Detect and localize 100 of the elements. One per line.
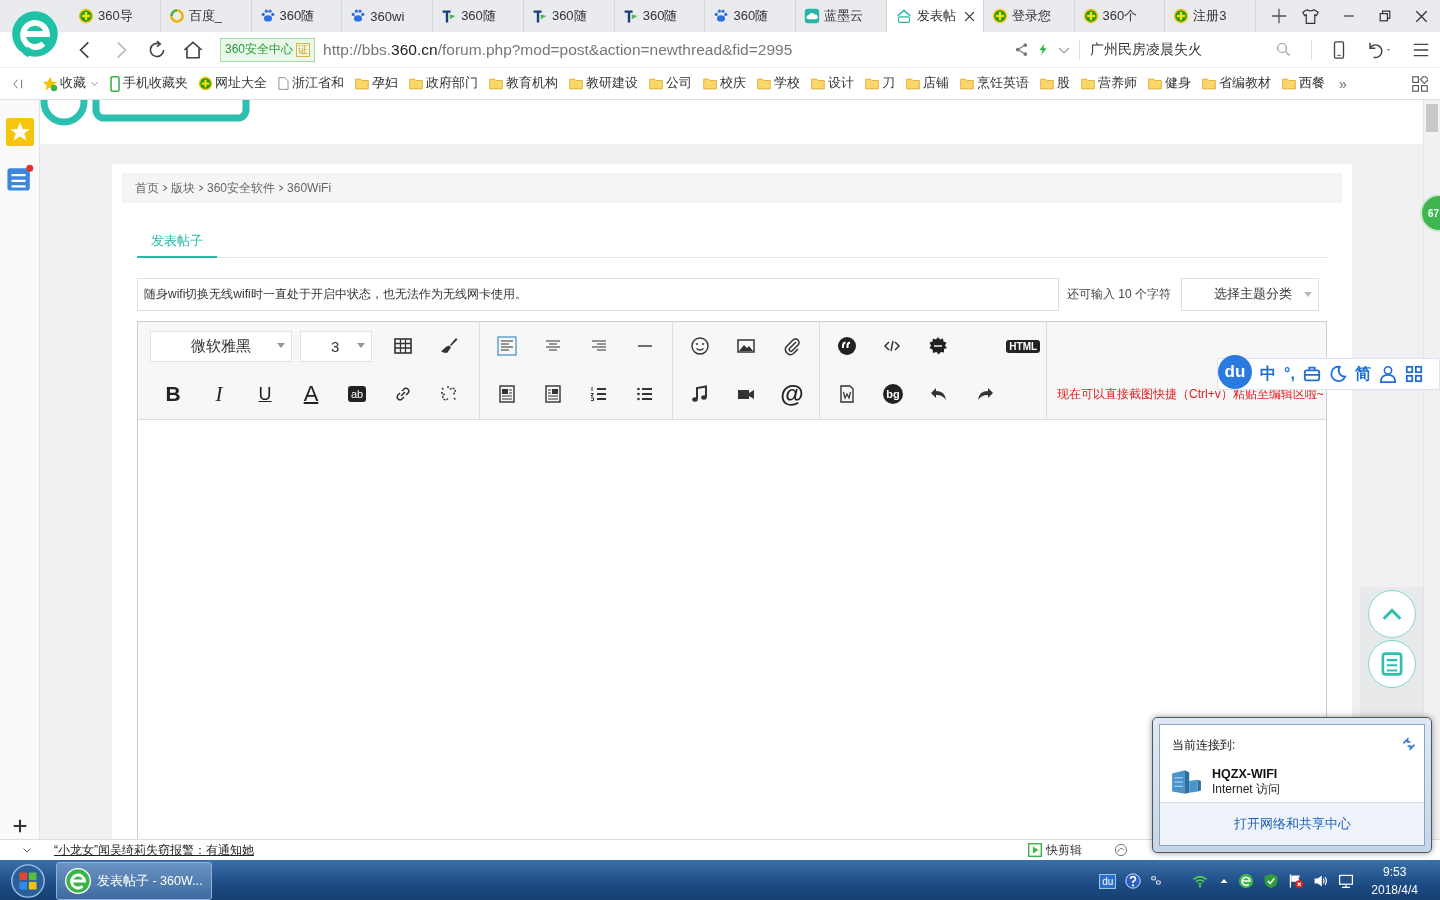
bookmark[interactable]: 健身	[1147, 75, 1191, 92]
toolbar-button[interactable]: @	[780, 380, 804, 408]
moon-icon[interactable]	[1328, 365, 1347, 383]
ime-mode-button[interactable]: 中	[1260, 363, 1276, 385]
more-bookmarks-button[interactable]: »	[1339, 75, 1347, 92]
browser-tab[interactable]: 发表帖	[887, 0, 984, 32]
restore-icon[interactable]	[1379, 10, 1391, 22]
bookmark[interactable]: 校庆	[702, 75, 746, 92]
bookmark[interactable]: 孕妇	[354, 75, 398, 92]
category-dropdown[interactable]: 选择主题分类	[1181, 278, 1319, 311]
folder-icon	[354, 76, 370, 91]
text-wrap-icon[interactable]	[497, 384, 517, 404]
bookmark[interactable]: 公司	[648, 75, 692, 92]
bookmark[interactable]: 西餐	[1281, 75, 1325, 92]
toolbar-button[interactable]: U	[258, 383, 272, 405]
clip-icon	[1028, 843, 1042, 857]
bookmark[interactable]: 教育机构	[488, 75, 558, 92]
bookmark[interactable]: 学校	[756, 75, 800, 92]
share-icon[interactable]	[1014, 42, 1029, 57]
character-count: 还可输入 10 个字符	[1067, 286, 1171, 303]
align-left-icon[interactable]	[497, 336, 517, 356]
browser-logo	[65, 868, 91, 894]
chevron-right-icon	[278, 184, 285, 192]
user-icon[interactable]	[1378, 365, 1397, 383]
brush-icon[interactable]	[439, 336, 459, 356]
script-button[interactable]: 简	[1354, 363, 1371, 385]
toolbar-button[interactable]: A	[303, 381, 319, 407]
swirl-icon[interactable]	[1114, 843, 1128, 857]
list-icon[interactable]	[5, 164, 34, 192]
start-button[interactable]	[11, 864, 45, 898]
apps-icon[interactable]	[1412, 75, 1428, 92]
link-icon[interactable]	[393, 384, 413, 404]
search-field[interactable]: 广州民房凌晨失火	[1088, 40, 1262, 59]
tray-badge[interactable]: du	[1099, 873, 1117, 889]
folder-icon	[1201, 76, 1217, 91]
breadcrumb-link[interactable]: 360安全软件	[207, 179, 276, 197]
refresh-icon[interactable]	[1402, 737, 1416, 751]
menu-icon[interactable]	[1412, 41, 1430, 58]
bookmark[interactable]: 省编教材	[1201, 75, 1271, 92]
bookmark[interactable]: 教研建设	[568, 75, 638, 92]
toolbar-button[interactable]: B	[165, 382, 181, 406]
subject-field[interactable]: 随身wifi切换无线wifi时一直处于开启中状态，也无法作为无线网卡使用。	[137, 278, 1059, 311]
music-note-icon[interactable]	[690, 384, 710, 404]
breadcrumb-link[interactable]: 版块	[171, 179, 195, 197]
bookmark[interactable]: 店铺	[905, 75, 949, 92]
url-text[interactable]: http://bbs.360.cn/forum.php?mod=post&action=newthread&fid=2995	[323, 40, 1006, 59]
folder-icon	[959, 76, 975, 91]
quote-icon[interactable]	[836, 336, 857, 356]
bookmark[interactable]: 收藏	[42, 75, 86, 92]
network-center-link[interactable]: 打开网络和共享中心	[1233, 815, 1351, 833]
clock[interactable]: 9:53 2018/4/4	[1371, 863, 1418, 899]
text-wrap-icon[interactable]	[543, 384, 563, 404]
plus-circle-icon	[1082, 8, 1099, 24]
ime-logo[interactable]: du	[1218, 355, 1252, 389]
image-icon[interactable]	[736, 336, 756, 356]
font-dropdown[interactable]: 微软雅黑	[150, 330, 292, 362]
font-size-dropdown[interactable]: 3	[300, 330, 372, 362]
toolbar-button[interactable]: HTML	[1006, 339, 1041, 353]
clip-button[interactable]: 快剪辑	[1028, 841, 1082, 859]
news-link[interactable]: “小龙女”闻吴绮莉失窃报警：有通知她	[54, 841, 254, 859]
toolbox-icon[interactable]	[1302, 365, 1321, 383]
shirt-icon[interactable]	[1302, 7, 1319, 25]
undo-icon[interactable]	[1366, 40, 1392, 59]
toolbar-button[interactable]: bg	[883, 384, 903, 404]
lightning-icon[interactable]	[1037, 42, 1049, 57]
grid-icon[interactable]	[1404, 365, 1423, 383]
paperclip-icon[interactable]	[782, 336, 802, 356]
bookmark[interactable]: 烹饪英语	[959, 75, 1029, 92]
punctuation-button[interactable]: °,	[1284, 365, 1295, 383]
numbered-list-icon[interactable]	[589, 384, 609, 404]
table-icon[interactable]	[393, 336, 413, 356]
caret-icon	[277, 343, 285, 349]
close-icon[interactable]	[963, 10, 975, 22]
chevron-down-icon[interactable]	[22, 845, 32, 855]
network-icon[interactable]	[1338, 873, 1355, 889]
bookmark[interactable]: 手机收藏夹	[109, 75, 188, 92]
collapse-icon[interactable]	[12, 77, 24, 90]
bookmark[interactable]: 股	[1039, 75, 1070, 92]
breadcrumb-link[interactable]: 首页	[135, 179, 159, 197]
smiley-icon[interactable]	[690, 336, 710, 356]
bookmark[interactable]: 刀	[864, 75, 895, 92]
new-tab-icon[interactable]	[1271, 8, 1288, 24]
close-icon[interactable]	[1415, 9, 1428, 23]
taskbar-button[interactable]: 发表帖子 - 360W...	[56, 862, 212, 900]
bookmark[interactable]: 营养师	[1080, 75, 1137, 92]
breadcrumb-link[interactable]: 360WiFi	[287, 181, 332, 195]
toolbar-button[interactable]: ab	[347, 386, 367, 402]
add-icon[interactable]	[12, 819, 27, 833]
document-icon[interactable]	[837, 384, 857, 404]
bookmark[interactable]: 设计	[810, 75, 854, 92]
help-icon[interactable]	[1125, 873, 1142, 889]
search-icon[interactable]	[1276, 42, 1291, 57]
bookmark[interactable]: 网址大全	[198, 75, 267, 92]
bookmark[interactable]: 浙江省和	[277, 75, 344, 92]
phone-icon[interactable]	[1332, 40, 1346, 59]
folder-icon	[1281, 76, 1297, 91]
seal-icon[interactable]	[928, 336, 948, 356]
bookmark[interactable]: 政府部门	[408, 75, 478, 92]
toolbar-button[interactable]: I	[215, 381, 223, 407]
volume-icon[interactable]	[1313, 873, 1330, 889]
